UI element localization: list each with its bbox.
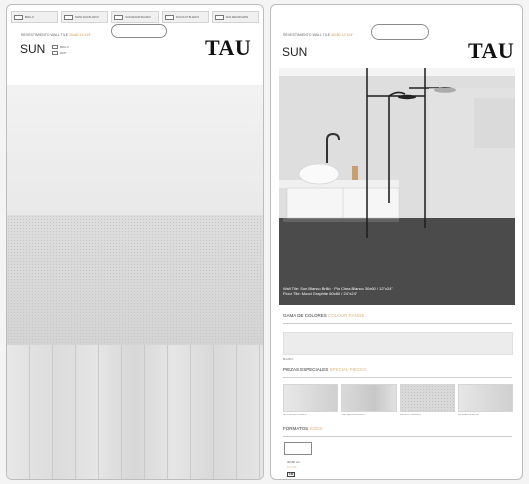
formats-title: FORMATOS SIZES	[283, 426, 322, 431]
chip-label: SUN DECOR BLANCO	[125, 15, 152, 19]
sample-chip[interactable]: SUN PLOT BLANCO	[161, 11, 209, 23]
chip-checkbox	[164, 14, 174, 20]
special-piece-label: SUN BLANCO BRILLO	[283, 414, 307, 416]
finish-label: BRILLO	[60, 45, 69, 49]
chip-label: BRILLO	[25, 15, 34, 19]
special-piece-label: SUN PLOT BLANCO	[399, 414, 422, 416]
colour-range-accent: COLOUR RANGE	[328, 313, 365, 318]
colour-swatch[interactable]	[283, 332, 513, 355]
tile-sample-board-right: REVESTIMIENTO WALL TILE 30x60 12"x24" SU…	[270, 4, 523, 480]
finish-checkbox	[52, 45, 58, 49]
cm-badge: CM	[287, 472, 295, 477]
special-piece-label: SUN DECOR MATE	[457, 414, 479, 416]
chip-checkbox	[64, 14, 74, 20]
chip-label: MATE SUN BLANCO	[75, 15, 99, 19]
sample-chip-strip: BRILLO MATE SUN BLANCO SUN DECOR BLANCO …	[11, 11, 260, 23]
photo-caption: Wall Tile: Sun Blanco Brillo · Plo Cima …	[283, 286, 393, 296]
formats-dark: FORMATOS	[283, 426, 310, 431]
special-piece-swatch[interactable]	[399, 384, 455, 412]
brand-logo: TAU	[468, 38, 515, 63]
chip-checkbox	[214, 14, 224, 20]
finish-option[interactable]: BRILLO	[52, 45, 69, 49]
special-pieces-dark: PIEZAS ESPECIALES	[283, 367, 330, 372]
special-piece-swatch[interactable]	[283, 384, 339, 412]
series-dark: REVESTIMIENTO WALL TILE	[283, 33, 332, 37]
bathroom-illustration	[279, 68, 515, 305]
colour-range-title: GAMA DE COLORES COLOUR RANGE	[283, 313, 365, 318]
finish-option[interactable]: MATT	[52, 51, 67, 55]
format-size-box	[284, 442, 312, 455]
series-label: REVESTIMIENTO WALL TILE 30x60 12"x24"	[21, 33, 92, 37]
collection-name: SUN	[282, 45, 308, 59]
tile-sample-dotted	[7, 215, 263, 345]
divider	[283, 323, 512, 324]
special-pieces-title: PIEZAS ESPECIALES SPECIAL PIECES	[283, 367, 366, 372]
series-accent: 30x60 12"x24"	[69, 33, 92, 37]
formats-accent: SIZES	[309, 426, 323, 431]
sample-chip[interactable]: MATE SUN BLANCO	[61, 11, 109, 23]
series-accent: 30x60 12"x24"	[331, 33, 354, 37]
special-piece-swatch[interactable]	[457, 384, 513, 412]
special-piece-label: SUN DECOR BLANCO	[341, 414, 366, 416]
sample-chip[interactable]: SUN DECOR MATE	[211, 11, 260, 23]
colour-range-dark: GAMA DE COLORES	[283, 313, 329, 318]
series-dark: REVESTIMIENTO WALL TILE	[21, 33, 70, 37]
special-pieces-accent: SPECIAL PIECES	[329, 367, 367, 372]
brand-logo: TAU	[205, 35, 252, 60]
divider	[283, 436, 512, 437]
special-piece-labels: SUN BLANCO BRILLO SUN DECOR BLANCO SUN P…	[283, 414, 513, 416]
swatch-label: BLANCO	[283, 358, 294, 361]
chip-checkbox	[14, 14, 23, 20]
format-inches: 12"x24"	[287, 465, 298, 469]
chip-checkbox	[114, 14, 124, 20]
series-label: REVESTIMIENTO WALL TILE 30x60 12"x24"	[283, 33, 354, 37]
tile-sample-board-left: BRILLO MATE SUN BLANCO SUN DECOR BLANCO …	[6, 4, 264, 480]
sample-chip[interactable]: SUN DECOR BLANCO	[111, 11, 159, 23]
divider	[283, 377, 512, 378]
format-size: 30x60 cm	[287, 460, 301, 464]
bathroom-photo	[279, 68, 515, 305]
chip-label: SUN DECOR MATE	[225, 15, 249, 19]
special-piece-swatch[interactable]	[341, 384, 397, 412]
hang-hole	[111, 24, 167, 38]
collection-name: SUN	[20, 42, 46, 56]
chip-label: SUN PLOT BLANCO	[175, 15, 200, 19]
caption-floor: Floor Tile: Mood Graphite 60x60 / 24"x24…	[283, 291, 358, 296]
tile-sample-glossy	[7, 85, 263, 215]
sample-chip[interactable]: BRILLO	[11, 11, 59, 23]
finish-label: MATT	[60, 51, 67, 55]
finish-checkbox	[52, 51, 58, 55]
hang-hole	[371, 24, 429, 40]
special-pieces-row	[283, 384, 513, 412]
tile-sample-decor	[7, 345, 263, 479]
